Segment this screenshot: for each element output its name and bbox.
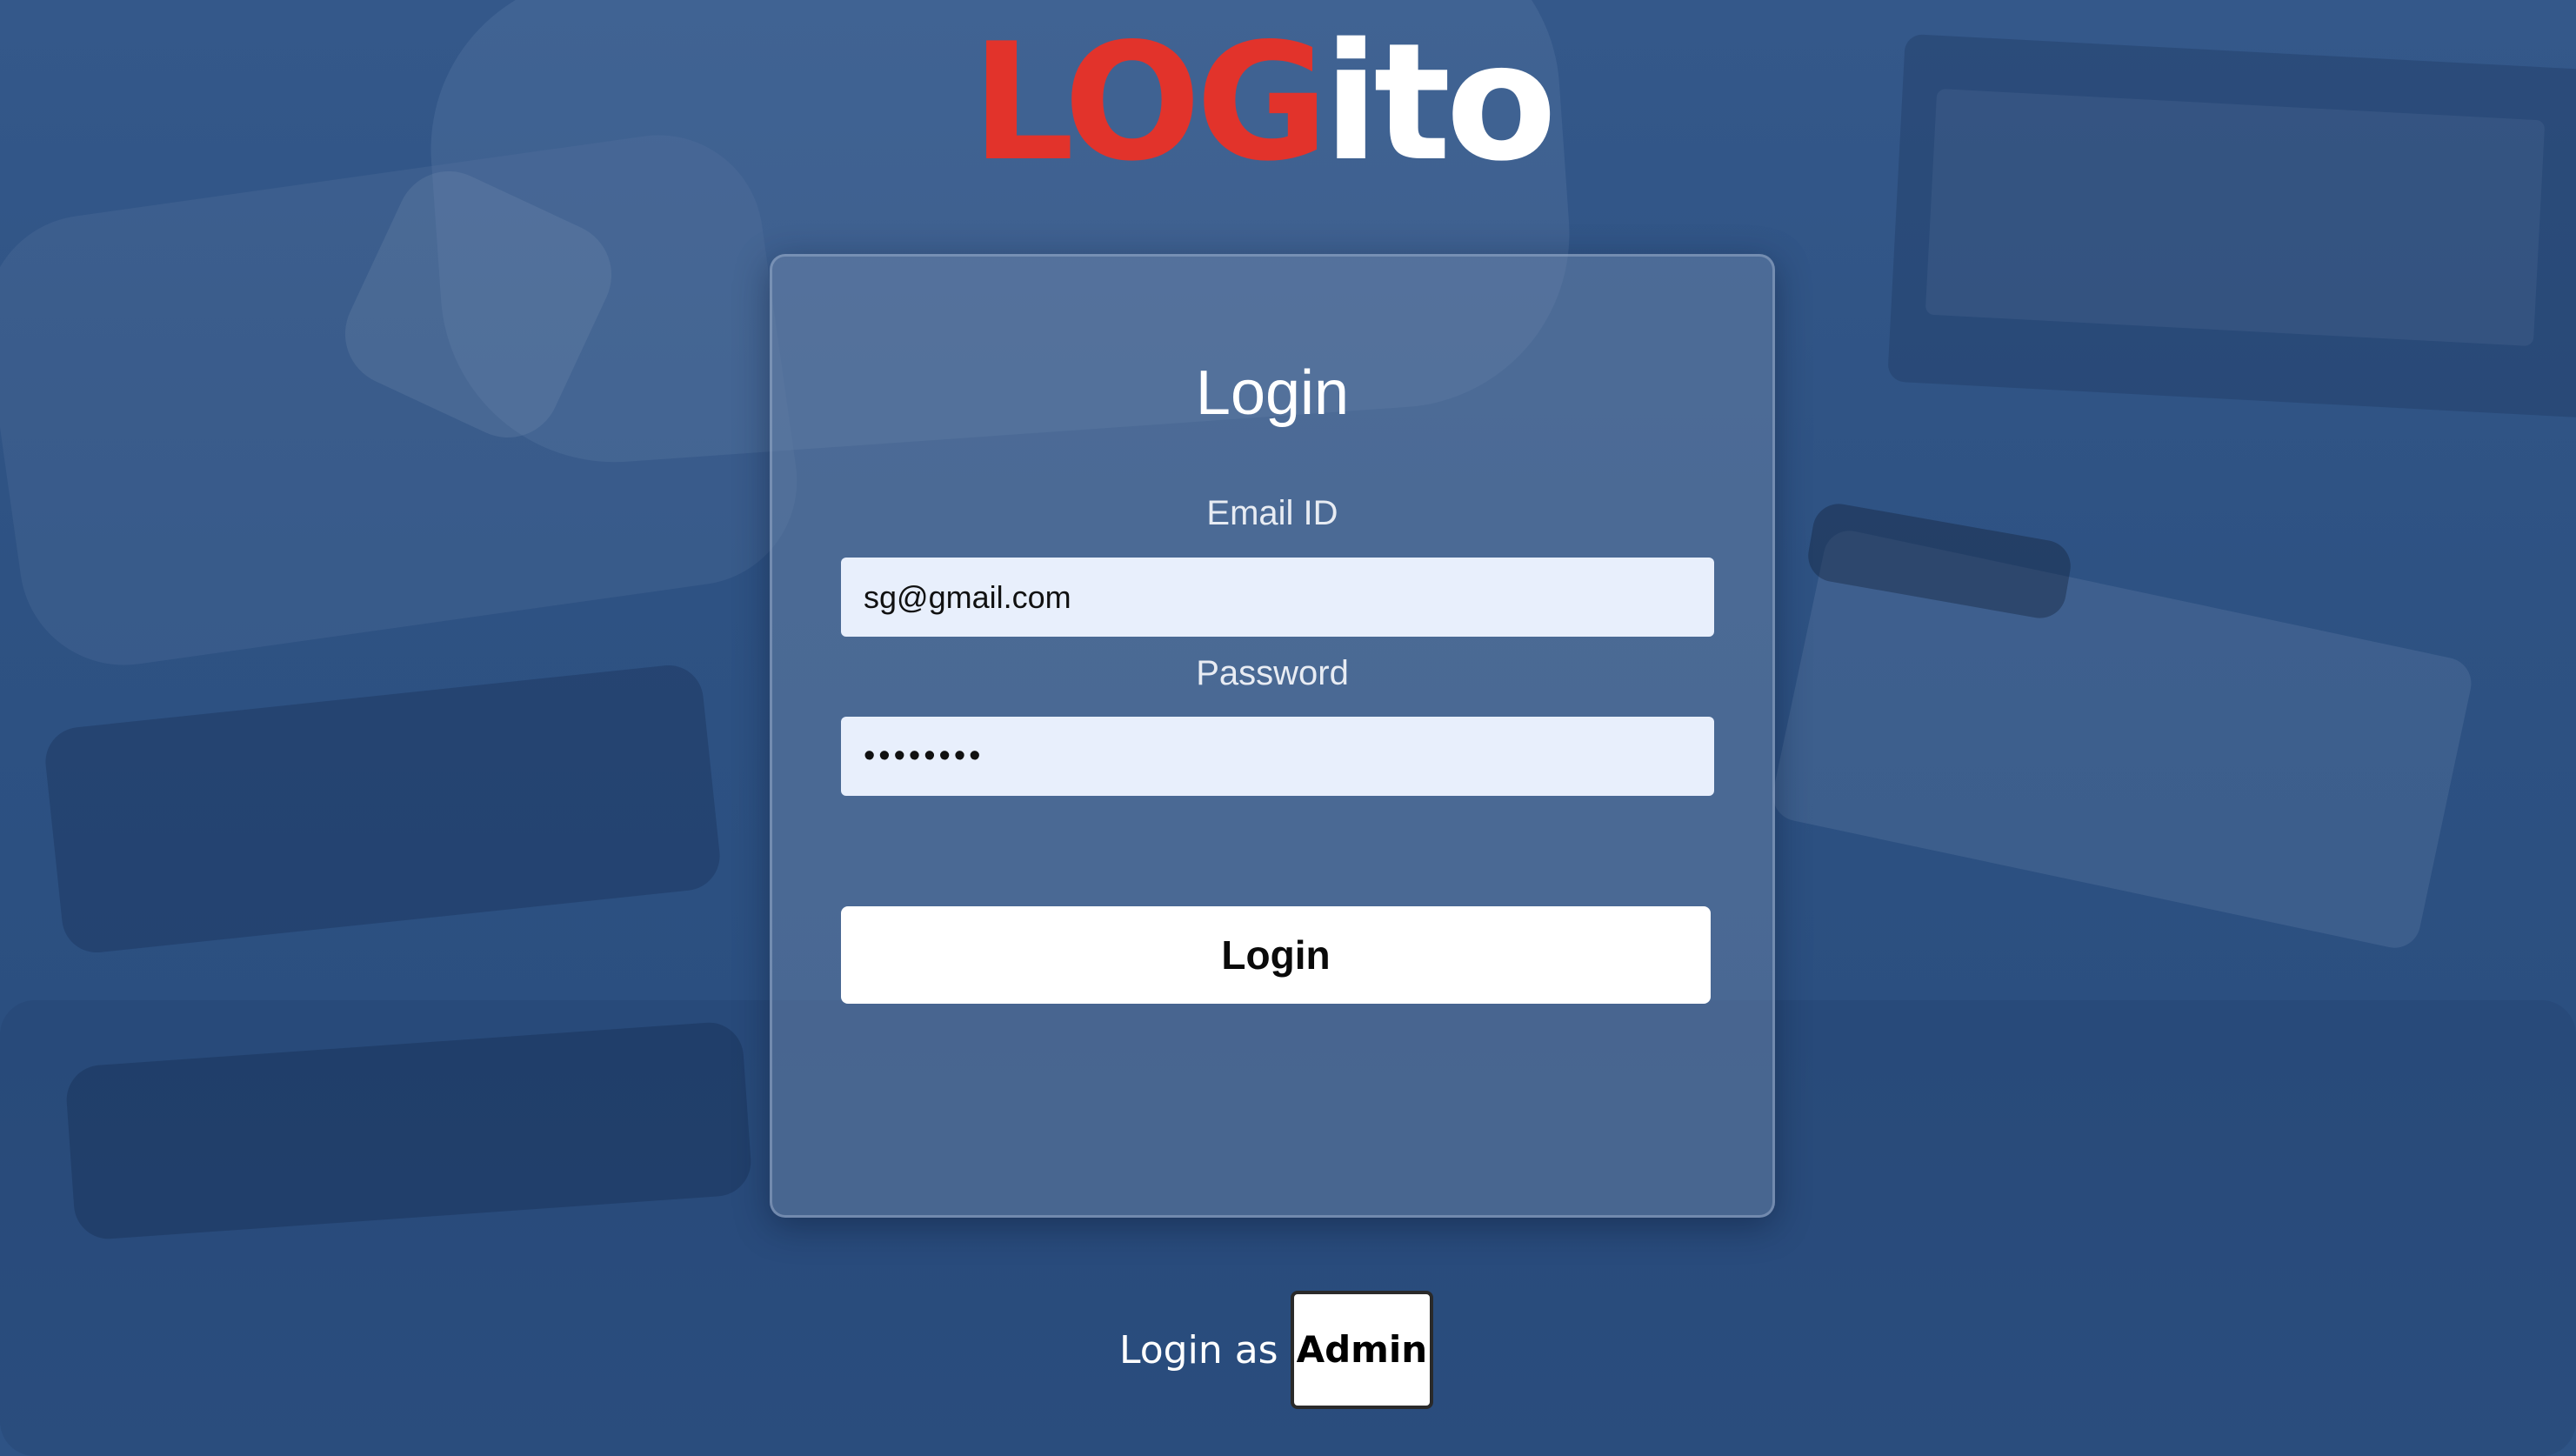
email-label: Email ID <box>1206 494 1338 532</box>
bg-shape <box>1767 525 2477 953</box>
logo-white-part: ito <box>1323 8 1557 197</box>
admin-login-row: Login as Admin <box>1119 1290 1434 1410</box>
email-field[interactable]: sg@gmail.com <box>841 558 1714 637</box>
admin-button[interactable]: Admin <box>1290 1291 1434 1409</box>
login-as-text: Login as <box>1119 1327 1278 1373</box>
logo-red-part: LOG <box>971 8 1329 197</box>
bg-shape <box>42 661 724 957</box>
login-card: Login Email ID sg@gmail.com Password •••… <box>770 254 1775 1218</box>
password-label: Password <box>1196 654 1349 692</box>
app-logo: LOGito <box>971 16 1557 190</box>
login-title: Login <box>1195 358 1350 428</box>
bg-shape <box>1925 88 2546 347</box>
login-button[interactable]: Login <box>841 906 1711 1004</box>
password-field[interactable]: •••••••• <box>841 717 1714 796</box>
